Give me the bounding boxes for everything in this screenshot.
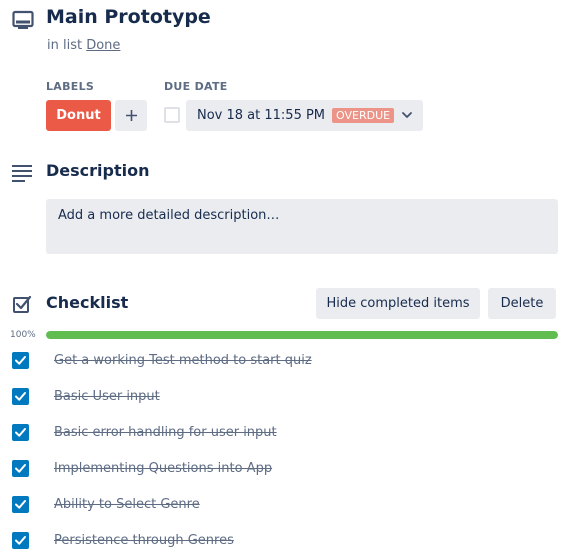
description-input[interactable]: Add a more detailed description…	[46, 199, 558, 254]
hide-completed-button[interactable]: Hide completed items	[316, 288, 480, 319]
checkmark-icon	[15, 428, 26, 437]
checklist-item-checkbox[interactable]	[12, 460, 29, 477]
checklist-item-text[interactable]: Persistence through Genres	[54, 533, 234, 548]
checkmark-icon	[15, 464, 26, 473]
card-title[interactable]: Main Prototype	[46, 6, 211, 28]
chevron-down-icon	[402, 112, 412, 118]
plus-icon	[125, 110, 137, 121]
checklist-item-text[interactable]: Basic error handling for user input	[54, 425, 277, 440]
due-date-heading: DUE DATE	[164, 80, 228, 93]
progress-percentage: 100%	[10, 330, 36, 340]
description-title: Description	[46, 161, 150, 180]
list-link[interactable]: Done	[86, 38, 120, 53]
card-icon	[12, 10, 34, 29]
description-icon	[12, 165, 32, 182]
progress-bar	[46, 331, 558, 339]
in-list-prefix: in list	[47, 38, 83, 53]
delete-checklist-button[interactable]: Delete	[488, 288, 556, 319]
checklist-item-checkbox[interactable]	[12, 496, 29, 513]
label-chip-donut[interactable]: Donut	[46, 100, 111, 131]
checklist-item-checkbox[interactable]	[12, 388, 29, 405]
checkmark-icon	[15, 536, 26, 545]
checklist-item-text[interactable]: Ability to Select Genre	[54, 497, 200, 512]
checklist-item-checkbox[interactable]	[12, 424, 29, 441]
overdue-badge: OVERDUE	[332, 108, 395, 123]
checklist-item-checkbox[interactable]	[12, 532, 29, 549]
checklist-item-text[interactable]: Implementing Questions into App	[54, 461, 272, 476]
checkmark-icon	[15, 356, 26, 365]
checklist-item-text[interactable]: Basic User input	[54, 389, 160, 404]
in-list-info: in list Done	[47, 38, 120, 53]
due-date-complete-checkbox[interactable]	[164, 107, 180, 123]
labels-heading: LABELS	[46, 80, 95, 93]
checklist-title: Checklist	[46, 293, 129, 312]
progress-bar-fill	[46, 331, 558, 339]
checklist-item-checkbox[interactable]	[12, 352, 29, 369]
due-date-value: Nov 18 at 11:55 PM	[197, 108, 326, 123]
due-date-button[interactable]: Nov 18 at 11:55 PM OVERDUE	[186, 100, 423, 131]
checkmark-icon	[15, 500, 26, 509]
checkmark-icon	[15, 392, 26, 401]
checklist-icon	[13, 295, 32, 313]
checklist-item-text[interactable]: Get a working Test method to start quiz	[54, 353, 312, 368]
add-label-button[interactable]	[115, 100, 147, 131]
